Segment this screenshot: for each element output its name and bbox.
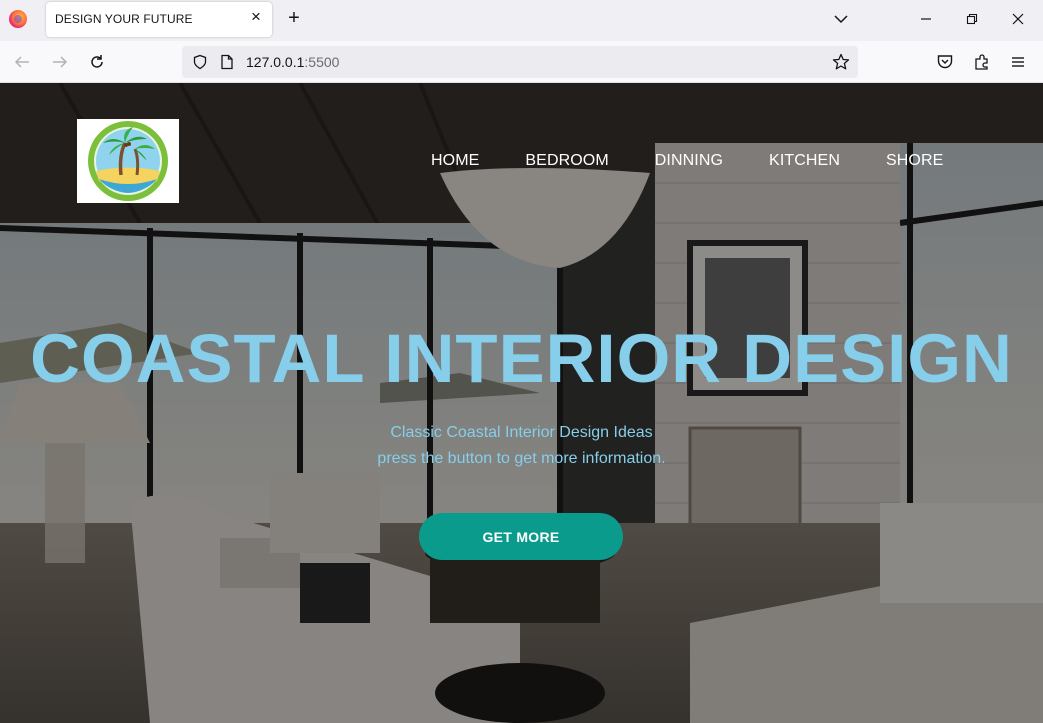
reload-icon[interactable] [85, 50, 109, 74]
site-logo[interactable] [77, 119, 179, 203]
forward-icon[interactable] [48, 50, 72, 74]
browser-toolbar: 127.0.0.1:5500 [0, 41, 1043, 83]
palm-island-logo-icon [88, 121, 168, 201]
minimize-icon[interactable] [903, 5, 949, 33]
menu-icon[interactable] [1006, 50, 1030, 74]
nav-link-kitchen[interactable]: KITCHEN [769, 152, 840, 170]
hero-title: COASTAL INTERIOR DESIGN [30, 320, 1013, 397]
back-icon[interactable] [10, 50, 34, 74]
nav-link-home[interactable]: HOME [431, 152, 479, 170]
url-port: :5500 [304, 54, 340, 70]
new-tab-icon[interactable]: + [284, 8, 304, 28]
get-more-button[interactable]: GET MORE [419, 513, 623, 560]
nav-link-shore[interactable]: SHORE [886, 152, 943, 170]
shield-icon[interactable] [192, 54, 208, 70]
list-all-tabs-icon[interactable] [832, 10, 850, 28]
browser-tab-bar: DESIGN YOUR FUTURE × + [0, 0, 1043, 41]
restore-icon[interactable] [949, 5, 995, 33]
firefox-logo-icon [9, 10, 27, 28]
page-icon[interactable] [220, 54, 234, 70]
page-viewport: HOME BEDROOM DINNING KITCHEN SHORE COAST… [0, 83, 1043, 723]
main-navigation: HOME BEDROOM DINNING KITCHEN SHORE [431, 152, 943, 170]
address-bar[interactable]: 127.0.0.1:5500 [182, 46, 858, 78]
url-text[interactable]: 127.0.0.1:5500 [246, 54, 339, 70]
nav-link-dinning[interactable]: DINNING [655, 152, 723, 170]
extensions-icon[interactable] [970, 50, 994, 74]
tab-close-icon[interactable]: × [248, 8, 264, 25]
tab-title: DESIGN YOUR FUTURE [55, 12, 193, 26]
browser-tab-active[interactable]: DESIGN YOUR FUTURE × [46, 2, 272, 37]
url-host: 127.0.0.1 [246, 54, 305, 70]
hero-subtitle-line2: press the button to get more information… [377, 450, 666, 467]
hero-subtitle-line1: Classic Coastal Interior Design Ideas [390, 424, 653, 441]
nav-link-bedroom[interactable]: BEDROOM [525, 152, 608, 170]
close-window-icon[interactable] [995, 5, 1041, 33]
pocket-icon[interactable] [933, 50, 957, 74]
bookmark-star-icon[interactable] [832, 53, 850, 71]
